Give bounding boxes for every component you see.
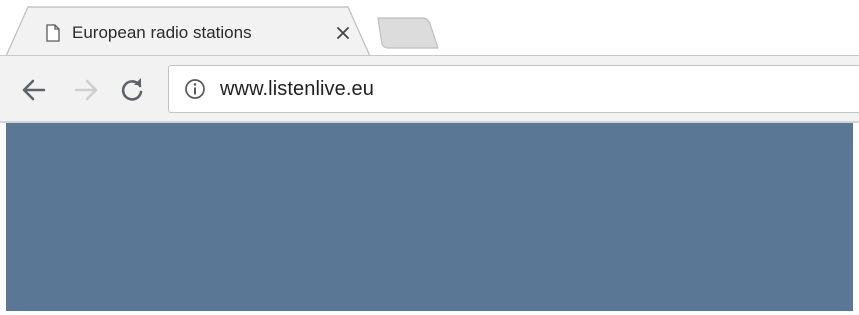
browser-toolbar: www.listenlive.eu: [0, 56, 859, 122]
address-bar[interactable]: www.listenlive.eu: [168, 65, 859, 113]
back-arrow-icon[interactable]: [18, 74, 50, 106]
tab-content: European radio stations: [46, 14, 366, 52]
tab-strip: European radio stations: [0, 0, 859, 57]
browser-window: European radio stations www.listenlive.e…: [0, 0, 859, 315]
new-tab-icon[interactable]: [376, 16, 440, 50]
page-content: [6, 123, 853, 311]
forward-arrow-icon[interactable]: [70, 74, 102, 106]
info-icon[interactable]: [183, 77, 207, 101]
url-text[interactable]: www.listenlive.eu: [220, 78, 374, 101]
reload-icon[interactable]: [116, 74, 148, 106]
tab-title: European radio stations: [72, 23, 252, 42]
close-icon[interactable]: [334, 24, 352, 42]
page-icon: [46, 23, 62, 43]
